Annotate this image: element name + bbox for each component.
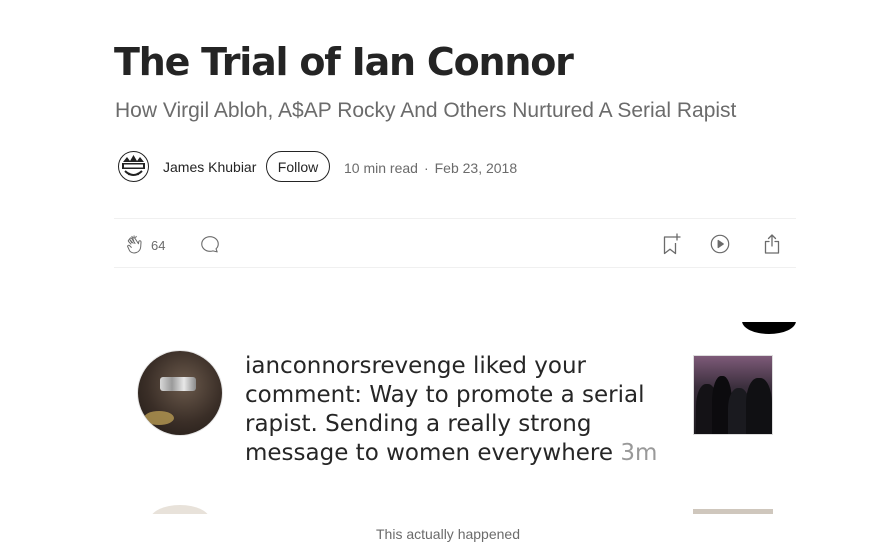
- notification-username: ianconnorsrevenge: [245, 353, 466, 379]
- author-avatar[interactable]: [117, 150, 150, 183]
- post-thumbnail-partial: [693, 509, 773, 514]
- image-caption: This actually happened: [376, 526, 520, 542]
- decorative-shape: [742, 322, 796, 334]
- notification-text: ianconnorsrevenge liked your comment: Wa…: [245, 352, 675, 468]
- article-subtitle: How Virgil Abloh, A$AP Rocky And Others …: [115, 99, 737, 122]
- avatar-detail: [144, 411, 174, 425]
- publish-date: Feb 23, 2018: [434, 160, 518, 176]
- article-meta: 10 min read · Feb 23, 2018: [344, 160, 517, 176]
- profile-avatar-partial: [150, 505, 210, 514]
- follow-button[interactable]: Follow: [266, 151, 330, 182]
- play-icon[interactable]: [709, 233, 731, 260]
- notification-time: 3m: [620, 440, 658, 466]
- profile-avatar: [138, 351, 222, 435]
- meta-separator: ·: [423, 160, 429, 176]
- article-title: The Trial of Ian Connor: [114, 40, 574, 84]
- avatar-detail: [160, 377, 196, 391]
- author-name[interactable]: James Khubiar: [163, 159, 256, 175]
- read-time: 10 min read: [344, 160, 418, 176]
- clap-icon[interactable]: [124, 234, 146, 261]
- post-thumbnail: [693, 355, 773, 435]
- bookmark-add-icon[interactable]: [660, 232, 682, 261]
- action-bar-top-divider: [114, 218, 796, 219]
- article-screenshot: ianconnorsrevenge liked your comment: Wa…: [114, 322, 796, 514]
- action-bar-bottom-divider: [114, 267, 796, 268]
- comment-icon[interactable]: [199, 233, 221, 260]
- share-icon[interactable]: [761, 232, 783, 261]
- clap-count: 64: [151, 238, 166, 253]
- author-logo-icon: [118, 151, 149, 182]
